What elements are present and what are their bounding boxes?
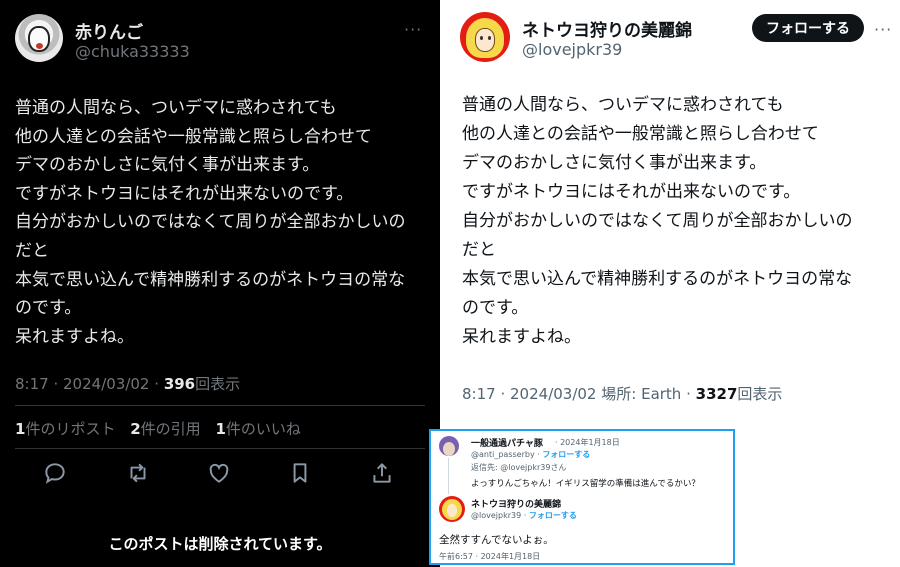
engagement-stats: 1件のリポスト 2件の引用 1件のいいね [15,418,311,439]
tweet-meta: 8:17 · 2024/03/02 · 396回表示 [15,375,241,393]
reply-icon[interactable] [42,460,68,486]
display-name[interactable]: 赤りんご [75,18,143,43]
tweet-meta: 8:17 · 2024/03/02 場所: Earth · 3327回表示 [462,385,783,403]
handle-row: @lovejpkr39 · フォローする [471,511,577,520]
thread-line [448,458,449,494]
reply-to-handle[interactable]: @lovejpkr39 [500,463,550,472]
display-name[interactable]: 一般通過パチャ豚 [471,436,543,449]
tweet-meta: 午前6:57 · 2024年1月18日 [439,552,541,561]
tweet-text: よっすりんごちゃん！イギリス留学の準備は進んでるかい？ [471,479,700,489]
tweet-date: · 2024年1月18日 [555,438,620,447]
views-label: 回表示 [195,375,241,393]
user-handle[interactable]: @chuka33333 [75,42,190,61]
reply-to-line: 返信先: @lovejpkr39さん [471,463,567,472]
handle-row: @anti_passerby · フォローする [471,450,591,459]
user-avatar[interactable] [15,14,63,62]
reply-screenshot: 一般通過パチャ豚 · 2024年1月18日 @anti_passerby · フ… [429,429,735,565]
user-handle[interactable]: @lovejpkr39 [522,40,622,59]
more-options-icon[interactable]: ··· [874,20,892,39]
divider [15,405,425,406]
action-bar [0,460,440,490]
tweet-location: 場所: Earth [601,385,682,403]
quotes-stat[interactable]: 2件の引用 [130,420,200,438]
display-name[interactable]: ネトウヨ狩りの美麗錦 [522,16,692,41]
tweet-text: 全然すすんでないよぉ。 [439,534,554,546]
user-avatar[interactable] [439,496,465,522]
tweet-date[interactable]: 2024/03/02 [63,375,149,393]
like-icon[interactable] [206,460,232,486]
follow-link[interactable]: フォローする [529,511,577,520]
tweet-date[interactable]: 2024/03/02 [510,385,596,403]
user-handle[interactable]: @lovejpkr39 [471,511,521,520]
share-icon[interactable] [369,460,395,486]
tweet-text: 普通の人間なら、ついデマに惑わされても 他の人達との会話や一般常識と照らし合わせ… [15,98,406,347]
user-handle[interactable]: @anti_passerby [471,450,535,459]
tweet-time[interactable]: 8:17 [15,375,49,393]
tweet-text: 普通の人間なら、ついデマに惑わされても 他の人達との会話や一般常識と照らし合わせ… [462,95,853,347]
user-avatar[interactable] [439,436,459,456]
follow-button[interactable]: フォローする [752,14,864,42]
views-count: 396 [163,375,196,393]
reposts-stat[interactable]: 1件のリポスト [15,420,115,438]
tweet-time[interactable]: 8:17 [462,385,496,403]
views-label: 回表示 [737,385,783,403]
more-options-icon[interactable]: ··· [404,20,422,39]
repost-icon[interactable] [125,460,151,486]
divider [15,448,425,449]
bookmark-icon[interactable] [287,460,313,486]
deleted-notice: このポストは削除されています。 [108,535,332,553]
likes-stat[interactable]: 1件のいいね [215,420,300,438]
user-avatar[interactable] [460,12,510,62]
follow-link[interactable]: フォローする [542,450,590,459]
views-count: 3327 [695,385,738,403]
display-name[interactable]: ネトウヨ狩りの美麗錦 [471,497,561,510]
left-tweet-panel: 赤りんご @chuka33333 ··· 普通の人間なら、ついデマに惑わされても… [0,0,440,567]
